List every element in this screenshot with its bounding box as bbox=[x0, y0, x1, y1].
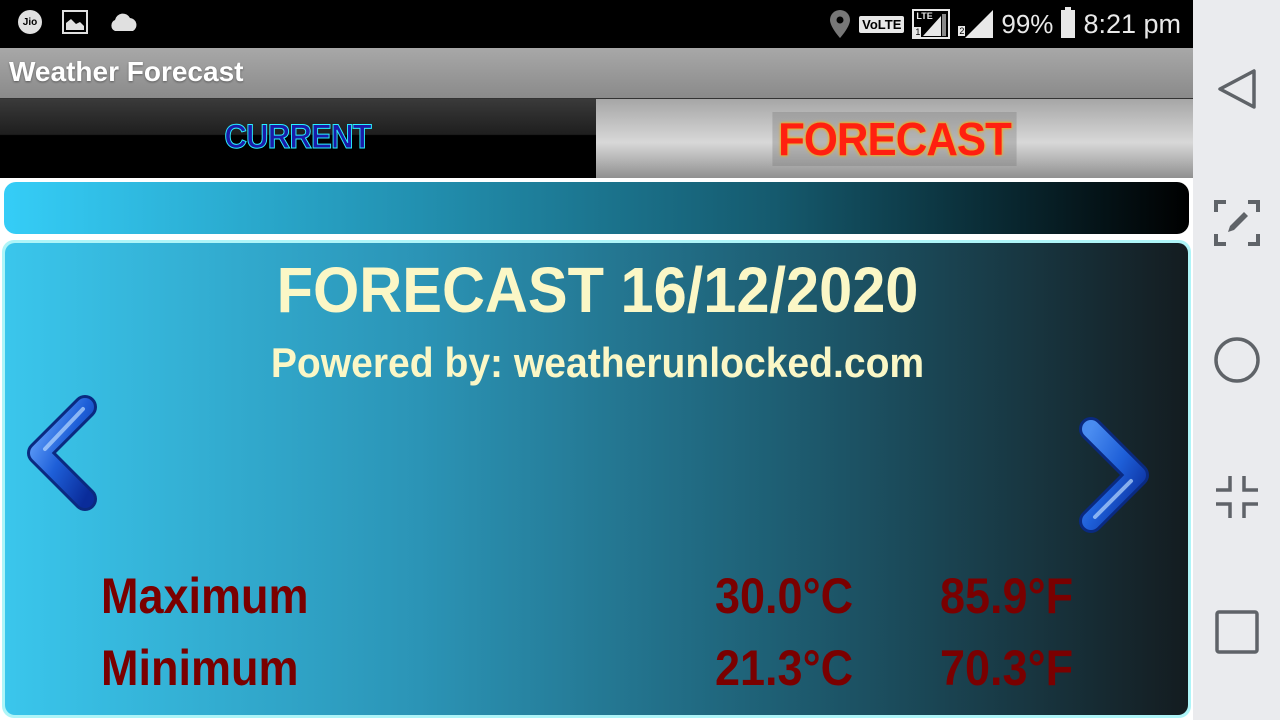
clock: 8:21 pm bbox=[1083, 8, 1181, 39]
header-gradient-bar bbox=[4, 182, 1189, 234]
back-button[interactable] bbox=[1193, 49, 1280, 129]
min-label: Minimum bbox=[101, 640, 299, 696]
exit-fullscreen-icon bbox=[1215, 476, 1258, 518]
max-celsius: 30.0°C bbox=[715, 568, 854, 624]
sim2-label: 2 bbox=[958, 26, 966, 36]
tab-forecast[interactable]: FORECAST bbox=[596, 99, 1193, 178]
max-fahrenheit: 85.9°F bbox=[940, 568, 1074, 624]
previous-day-button[interactable] bbox=[23, 393, 103, 520]
notification-icons: Jio bbox=[18, 10, 140, 34]
battery-icon bbox=[1061, 7, 1076, 38]
exit-fullscreen-button[interactable] bbox=[1193, 457, 1280, 537]
tab-forecast-label: FORECAST bbox=[772, 111, 1017, 166]
tab-current[interactable]: CURRENT bbox=[0, 99, 596, 178]
min-fahrenheit: 70.3°F bbox=[940, 640, 1074, 696]
min-celsius: 21.3°C bbox=[715, 640, 854, 696]
next-day-button[interactable] bbox=[1073, 415, 1153, 542]
system-status-icons: VoLTE LTE 1 2 99% 8:21 pm bbox=[829, 6, 1181, 42]
app-title: Weather Forecast bbox=[9, 56, 244, 87]
tab-bar: CURRENT FORECAST bbox=[0, 99, 1193, 178]
screenshot-edit-button[interactable] bbox=[1193, 183, 1280, 263]
gallery-icon bbox=[62, 10, 88, 34]
recents-icon bbox=[1214, 610, 1259, 654]
forecast-panel-body: FORECAST 16/12/2020 Powered by: weatheru… bbox=[5, 243, 1188, 715]
cloud-icon bbox=[111, 13, 137, 31]
sim1-label: 1 bbox=[914, 27, 922, 37]
jio-icon: Jio bbox=[18, 10, 42, 34]
recents-button[interactable] bbox=[1193, 592, 1280, 672]
chevron-left-icon bbox=[27, 395, 97, 511]
screenshot-edit-icon bbox=[1213, 200, 1260, 246]
home-button[interactable] bbox=[1193, 320, 1280, 400]
sim2-signal-icon bbox=[965, 10, 994, 38]
back-icon bbox=[1217, 69, 1256, 109]
forecast-panel: FORECAST 16/12/2020 Powered by: weatheru… bbox=[2, 240, 1191, 718]
battery-percent: 99% bbox=[1001, 8, 1054, 39]
chevron-right-icon bbox=[1079, 417, 1149, 533]
location-icon bbox=[830, 10, 851, 38]
home-icon bbox=[1213, 337, 1260, 383]
action-bar: Weather Forecast bbox=[0, 48, 1193, 100]
powered-by-text: Powered by: weatherunlocked.com bbox=[270, 339, 925, 386]
tab-current-label: CURRENT bbox=[224, 118, 372, 157]
jio-label: Jio bbox=[22, 16, 38, 28]
status-bar: Jio VoLTE LTE 1 2 99% 8:21 pm bbox=[0, 0, 1193, 48]
volte-badge: VoLTE bbox=[859, 15, 905, 33]
sim1-lte-signal-icon: LTE 1 bbox=[912, 9, 951, 39]
system-navigation-bar bbox=[1193, 0, 1280, 720]
max-label: Maximum bbox=[101, 568, 309, 624]
forecast-date-title: FORECAST 16/12/2020 bbox=[276, 254, 919, 326]
